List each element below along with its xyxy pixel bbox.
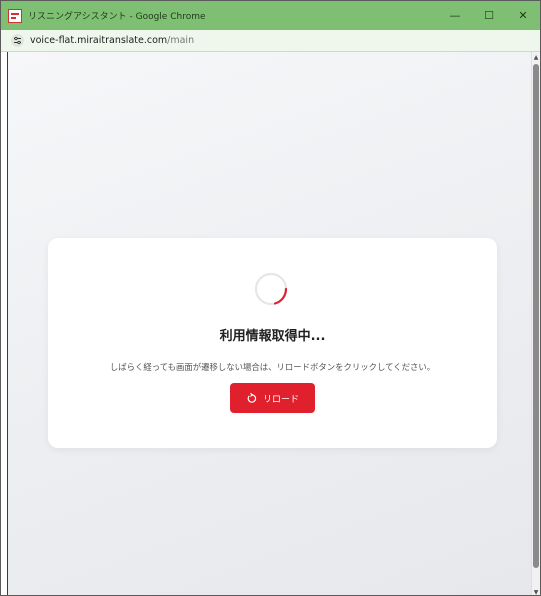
title-bar: リスニングアシスタント - Google Chrome — ☐ ✕ — [1, 1, 540, 30]
vertical-scrollbar[interactable]: ▲ ▼ — [531, 52, 540, 595]
browser-window: リスニングアシスタント - Google Chrome — ☐ ✕ voice-… — [0, 0, 541, 596]
url-text[interactable]: voice-flat.miraitranslate.com/main — [30, 35, 194, 46]
loading-card: 利用情報取得中... しばらく経っても画面が遷移しない場合は、リロードボタンをク… — [48, 238, 497, 448]
loading-spinner-icon — [254, 272, 288, 306]
close-button[interactable]: ✕ — [506, 1, 540, 30]
reload-button[interactable]: リロード — [230, 383, 315, 413]
reload-instruction: しばらく経っても画面が遷移しない場合は、リロードボタンをクリックしてください。 — [109, 362, 436, 372]
maximize-button[interactable]: ☐ — [472, 1, 506, 30]
scroll-thumb[interactable] — [533, 64, 539, 568]
address-bar[interactable]: voice-flat.miraitranslate.com/main — [1, 30, 540, 52]
window-controls: — ☐ ✕ — [438, 1, 540, 30]
app-icon — [8, 8, 22, 23]
tune-icon — [14, 36, 21, 45]
url-host: voice-flat.miraitranslate.com — [30, 35, 168, 46]
scroll-up-arrow-icon[interactable]: ▲ — [532, 54, 540, 62]
loading-title: 利用情報取得中... — [219, 329, 326, 344]
page-viewport: 利用情報取得中... しばらく経っても画面が遷移しない場合は、リロードボタンをク… — [7, 52, 535, 595]
scroll-down-arrow-icon[interactable]: ▼ — [532, 589, 540, 595]
reload-icon — [247, 392, 257, 403]
window-title: リスニングアシスタント - Google Chrome — [28, 12, 206, 22]
url-path: /main — [167, 35, 195, 46]
minimize-button[interactable]: — — [438, 1, 472, 30]
site-info-icon[interactable] — [11, 34, 24, 47]
reload-button-label: リロード — [262, 394, 299, 405]
